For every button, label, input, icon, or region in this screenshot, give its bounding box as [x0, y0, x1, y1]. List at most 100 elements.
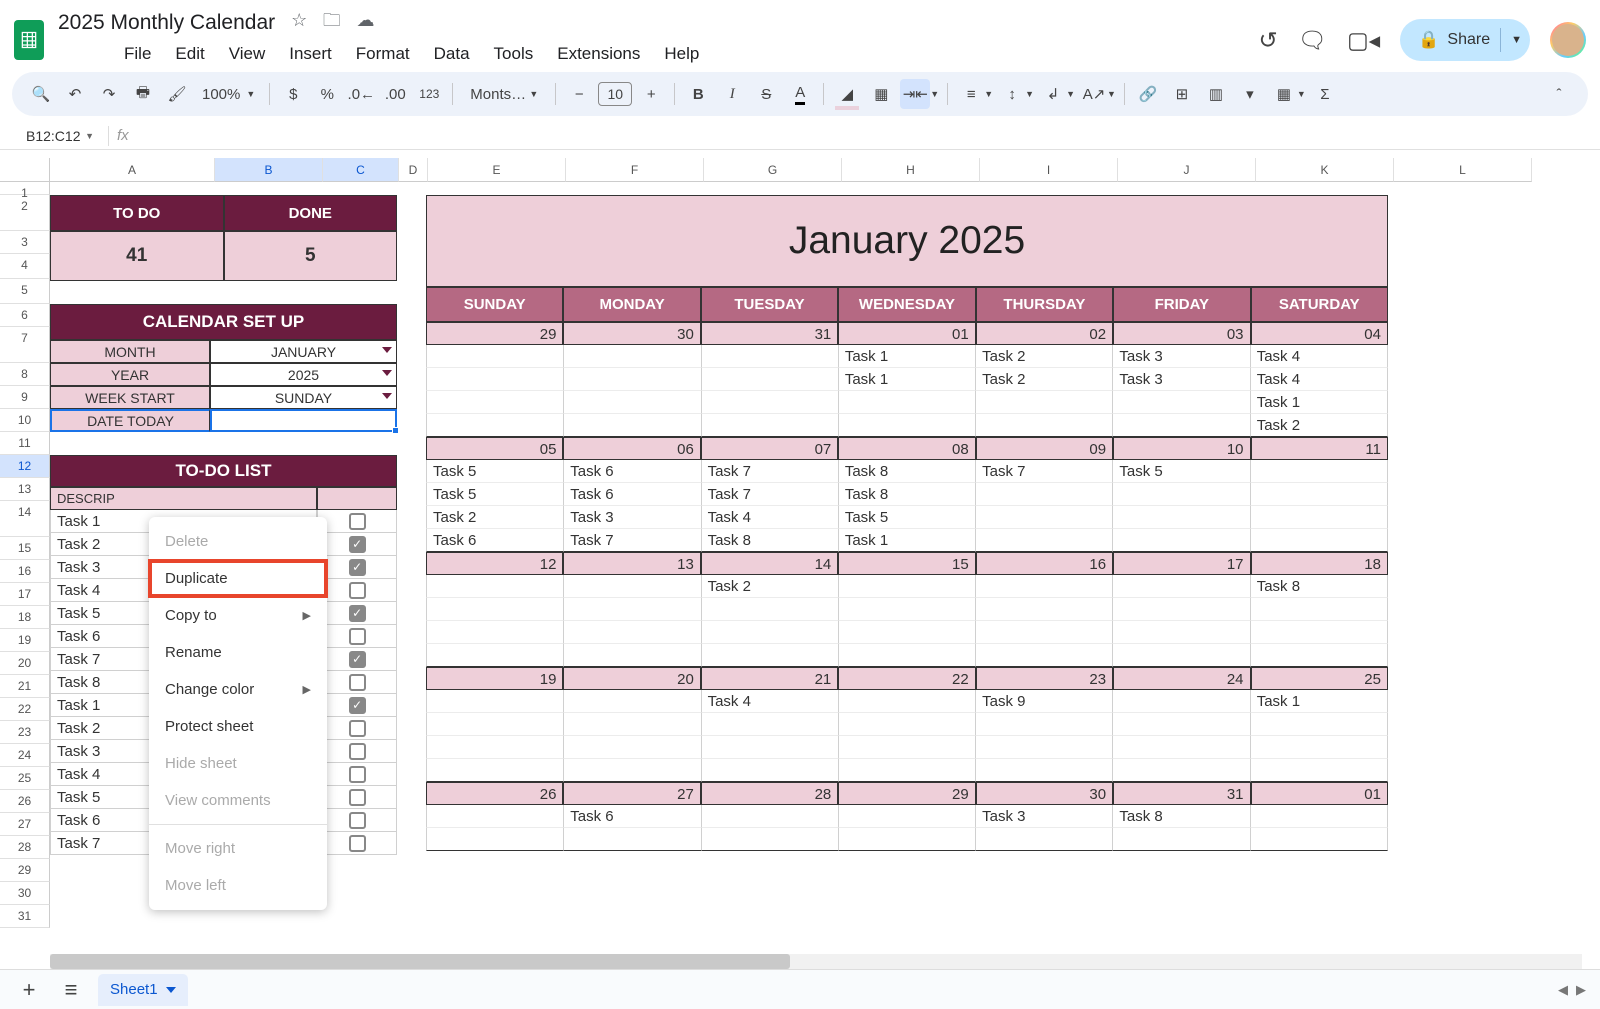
select-all-corner[interactable] — [0, 158, 50, 182]
row-header-3[interactable]: 3 — [0, 231, 50, 254]
row-header-9[interactable]: 9 — [0, 386, 50, 409]
currency-icon[interactable]: $ — [278, 79, 308, 109]
task-cell[interactable] — [564, 690, 701, 713]
text-wrap-icon[interactable]: ↲ — [1038, 79, 1068, 109]
date-cell[interactable]: 22 — [838, 667, 975, 690]
task-cell[interactable]: Task 7 — [976, 460, 1113, 483]
task-cell[interactable]: Task 2 — [976, 368, 1113, 391]
date-cell[interactable]: 29 — [838, 782, 975, 805]
date-cell[interactable]: 12 — [426, 552, 563, 575]
task-cell[interactable]: Task 8 — [702, 529, 839, 552]
increase-decimal-icon[interactable]: .00 — [380, 79, 410, 109]
task-cell[interactable] — [1113, 598, 1250, 621]
functions-icon[interactable]: Σ — [1310, 79, 1340, 109]
date-cell[interactable]: 04 — [1251, 322, 1388, 345]
col-header-B[interactable]: B — [215, 158, 323, 182]
task-checkbox[interactable] — [317, 671, 397, 694]
task-cell[interactable] — [702, 621, 839, 644]
task-cell[interactable] — [839, 414, 976, 437]
increase-font-icon[interactable]: + — [636, 79, 666, 109]
task-cell[interactable] — [839, 391, 976, 414]
task-cell[interactable] — [564, 414, 701, 437]
merge-cells-icon[interactable]: ⇥⇤ — [900, 79, 930, 109]
task-cell[interactable] — [702, 759, 839, 782]
italic-icon[interactable]: I — [717, 79, 747, 109]
col-header-I[interactable]: I — [980, 158, 1118, 182]
task-cell[interactable]: Task 3 — [564, 506, 701, 529]
task-cell[interactable]: Task 1 — [1251, 391, 1388, 414]
more-formats-icon[interactable]: 123 — [414, 79, 444, 109]
row-header-4[interactable]: 4 — [0, 254, 50, 279]
zoom-select[interactable]: 100%▼ — [196, 86, 261, 103]
col-header-J[interactable]: J — [1118, 158, 1256, 182]
task-cell[interactable]: Task 5 — [426, 483, 564, 506]
task-checkbox[interactable]: ✓ — [317, 694, 397, 717]
menu-item-rename[interactable]: Rename — [149, 634, 327, 671]
task-cell[interactable] — [426, 621, 564, 644]
date-cell[interactable]: 06 — [563, 437, 700, 460]
fill-color-icon[interactable]: ◢ — [832, 79, 862, 109]
task-cell[interactable] — [976, 391, 1113, 414]
task-cell[interactable]: Task 2 — [426, 506, 564, 529]
date-cell[interactable]: 25 — [1251, 667, 1388, 690]
task-cell[interactable] — [1251, 828, 1388, 851]
row-header-24[interactable]: 24 — [0, 744, 50, 767]
row-header-31[interactable]: 31 — [0, 905, 50, 928]
task-cell[interactable] — [839, 690, 976, 713]
task-cell[interactable] — [1251, 644, 1388, 667]
text-rotation-icon[interactable]: A↗ — [1079, 79, 1109, 109]
task-cell[interactable]: Task 1 — [1251, 690, 1388, 713]
all-sheets-icon[interactable]: ≡ — [56, 977, 86, 1003]
share-button[interactable]: 🔒 Share ▼ — [1400, 19, 1530, 61]
task-cell[interactable] — [702, 805, 839, 828]
menu-item-copy-to[interactable]: Copy to▶ — [149, 597, 327, 634]
task-cell[interactable]: Task 8 — [1251, 575, 1388, 598]
date-cell[interactable]: 20 — [563, 667, 700, 690]
task-cell[interactable] — [1113, 690, 1250, 713]
search-menus-icon[interactable]: 🔍 — [26, 79, 56, 109]
task-cell[interactable]: Task 1 — [839, 368, 976, 391]
row-header-19[interactable]: 19 — [0, 629, 50, 652]
col-header-D[interactable]: D — [399, 158, 428, 182]
date-cell[interactable]: 09 — [976, 437, 1113, 460]
decrease-decimal-icon[interactable]: .0← — [346, 79, 376, 109]
task-cell[interactable] — [839, 644, 976, 667]
vertical-align-icon[interactable]: ↕ — [997, 79, 1027, 109]
setup-value-date-today[interactable] — [210, 409, 397, 432]
row-header-27[interactable]: 27 — [0, 813, 50, 836]
task-cell[interactable] — [839, 575, 976, 598]
task-cell[interactable] — [426, 368, 564, 391]
row-header-28[interactable]: 28 — [0, 836, 50, 859]
task-cell[interactable] — [1113, 483, 1250, 506]
task-cell[interactable] — [1113, 506, 1250, 529]
menu-file[interactable]: File — [124, 44, 151, 64]
task-cell[interactable]: Task 4 — [1251, 345, 1388, 368]
row-header-17[interactable]: 17 — [0, 583, 50, 606]
task-cell[interactable] — [976, 598, 1113, 621]
task-cell[interactable] — [564, 368, 701, 391]
row-header-15[interactable]: 15 — [0, 537, 50, 560]
task-cell[interactable] — [426, 391, 564, 414]
task-cell[interactable]: Task 7 — [702, 460, 839, 483]
scroll-right-icon[interactable]: ▶ — [1576, 982, 1586, 998]
menu-tools[interactable]: Tools — [494, 44, 534, 64]
task-cell[interactable] — [702, 598, 839, 621]
horizontal-align-icon[interactable]: ≡ — [956, 79, 986, 109]
comments-icon[interactable]: 🗨 — [1298, 27, 1327, 54]
row-header-29[interactable]: 29 — [0, 859, 50, 882]
date-cell[interactable]: 30 — [563, 322, 700, 345]
task-cell[interactable] — [564, 345, 701, 368]
task-checkbox[interactable] — [317, 717, 397, 740]
task-cell[interactable] — [426, 690, 564, 713]
font-size-input[interactable]: 10 — [598, 82, 632, 106]
task-cell[interactable] — [976, 506, 1113, 529]
date-cell[interactable]: 18 — [1251, 552, 1388, 575]
filter-icon[interactable]: ▾ — [1235, 79, 1265, 109]
task-cell[interactable] — [702, 713, 839, 736]
task-cell[interactable] — [976, 736, 1113, 759]
menu-format[interactable]: Format — [356, 44, 410, 64]
cloud-status-icon[interactable]: ☁ — [357, 10, 375, 30]
date-cell[interactable]: 07 — [701, 437, 838, 460]
document-title[interactable]: 2025 Monthly Calendar — [58, 11, 275, 35]
task-cell[interactable] — [1113, 621, 1250, 644]
